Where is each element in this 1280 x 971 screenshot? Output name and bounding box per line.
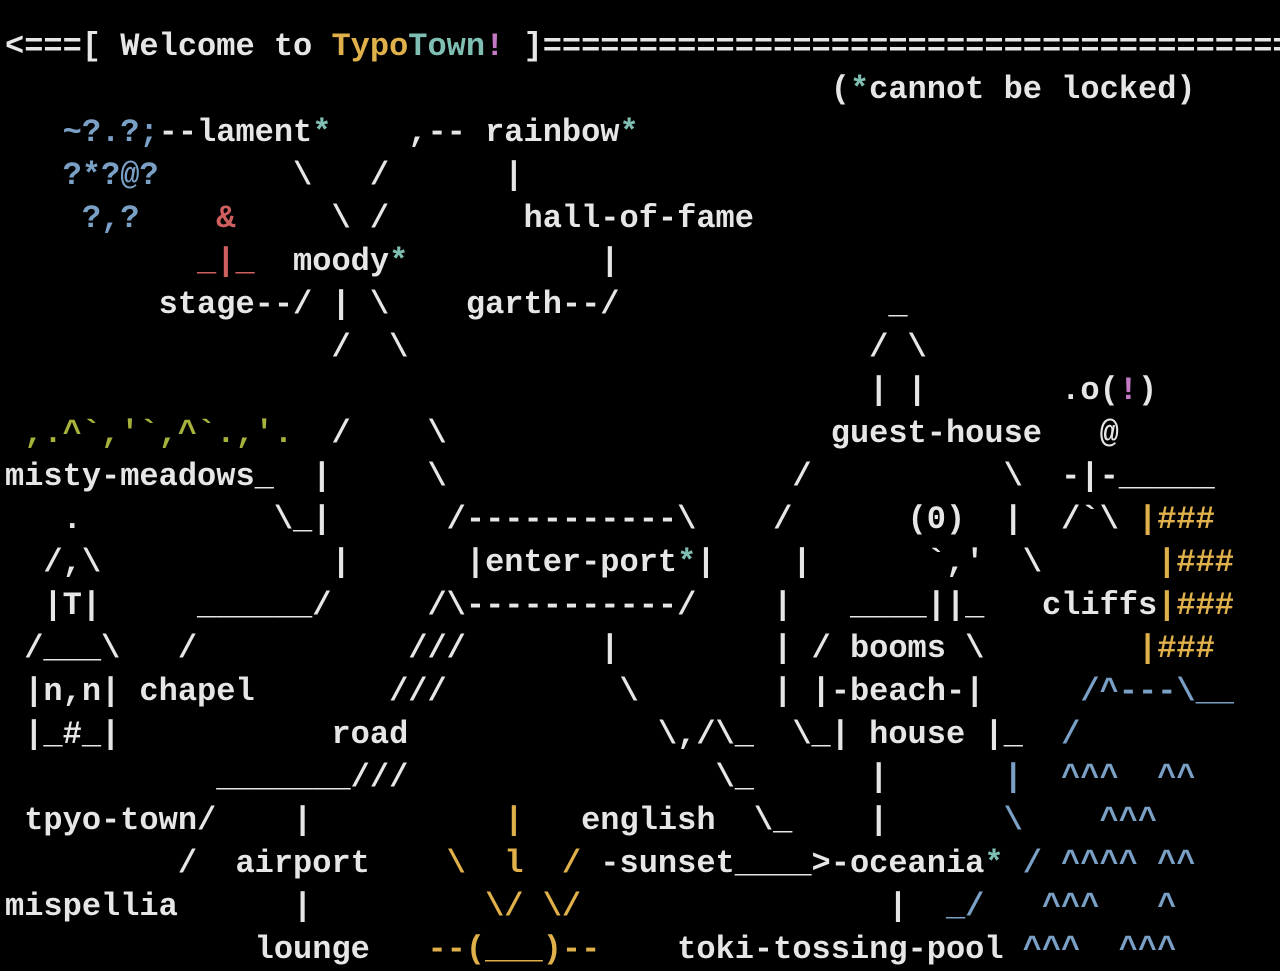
map-text-segment: / airport xyxy=(5,845,447,882)
map-text-segment: |_#_| road \,/\_ \_| house |_ xyxy=(5,716,1062,753)
map-text-segment: misty-meadows_ | \ / \ -|-_____ xyxy=(5,458,1215,495)
map-text-segment: & xyxy=(216,200,236,237)
map-text-segment: / ^^^^ ^^ xyxy=(1022,845,1196,882)
map-text-segment: moody xyxy=(254,243,390,280)
map-text-segment xyxy=(5,114,63,151)
map-line: ~?.?;--lament* ,-- rainbow* xyxy=(5,111,1280,154)
map-text-segment: ]=======================================… xyxy=(504,28,1280,65)
map-line: ?*?@? \ / | xyxy=(5,154,1280,197)
map-line: misty-meadows_ | \ / \ -|-_____ xyxy=(5,455,1280,498)
map-text-segment: / \ guest-house @ xyxy=(293,415,1119,452)
map-text-segment: | | .o( xyxy=(5,372,1119,409)
map-text-segment: --(___)-- xyxy=(427,931,601,968)
map-text-segment: |### xyxy=(1157,544,1234,581)
map-line: tpyo-town/ | | english \_ | \ ^^^ xyxy=(5,799,1280,842)
map-line: . \_| /-----------\ / (0) | /`\ |### xyxy=(5,498,1280,541)
map-text-segment xyxy=(5,200,82,237)
map-text-segment: english \_ | xyxy=(523,802,1004,839)
map-line: lounge --(___)-- toki-tossing-pool ^^^ ^… xyxy=(5,928,1280,971)
map-text-segment: ) xyxy=(1137,372,1158,409)
map-text-segment: | ^^^ ^^ xyxy=(1003,759,1196,796)
map-text-segment: / xyxy=(1061,716,1081,753)
map-line: (*cannot be locked) xyxy=(5,68,1280,111)
map-line: <===[ Welcome to TypoTown! ]============… xyxy=(5,25,1280,68)
map-text-segment: \ / hall-of-fame xyxy=(235,200,754,237)
map-line: /___\ / /// | | / booms \ |### xyxy=(5,627,1280,670)
map-text-segment: ! xyxy=(485,28,505,65)
map-text-segment: ,-- rainbow xyxy=(331,114,620,151)
map-text-segment: <===[ Welcome to xyxy=(5,28,332,65)
map-text-segment: tpyo-town/ | xyxy=(5,802,505,839)
map-line: | | .o(!) xyxy=(5,369,1280,412)
map-text-segment: | | `,' \ xyxy=(696,544,1158,581)
map-text-segment: |n,n| chapel /// \ | |-beach-| xyxy=(5,673,1081,710)
ascii-map-screen: <===[ Welcome to TypoTown! ]============… xyxy=(5,25,1280,971)
map-text-segment: \/ \/ xyxy=(485,888,582,925)
map-text-segment: | xyxy=(504,802,524,839)
map-line: _______/// \_ | | ^^^ ^^ xyxy=(5,756,1280,799)
map-text-segment: * xyxy=(984,845,1004,882)
map-line: /,\ | |enter-port*| | `,' \ |### xyxy=(5,541,1280,584)
map-text-segment: _|_ xyxy=(197,243,255,280)
map-line: ?,? & \ / hall-of-fame xyxy=(5,197,1280,240)
map-text-segment: \ l / xyxy=(446,845,582,882)
map-text-segment: Typo xyxy=(331,28,409,65)
map-text-segment: . \_| /-----------\ / (0) | /`\ xyxy=(5,501,1138,538)
map-text-segment: * xyxy=(312,114,332,151)
map-line: |T| ______/ /\-----------/ | ____||_ cli… xyxy=(5,584,1280,627)
map-text-segment: / \ / \ xyxy=(5,329,927,366)
map-text-segment: \ ^^^ xyxy=(1003,802,1158,839)
map-text-segment: --lament xyxy=(158,114,313,151)
map-text-segment xyxy=(5,243,197,280)
map-text-segment: |### xyxy=(1157,587,1234,624)
map-line: / \ / \ xyxy=(5,326,1280,369)
map-text-segment: ( xyxy=(5,71,850,108)
map-text-segment xyxy=(5,415,24,452)
map-text-segment: |T| ______/ /\-----------/ | ____||_ cli… xyxy=(5,587,1158,624)
map-text-segment: ~?.?; xyxy=(62,114,159,151)
map-text-segment: * xyxy=(619,114,639,151)
map-line: |_#_| road \,/\_ \_| house |_ / xyxy=(5,713,1280,756)
map-text-segment: mispellia | xyxy=(5,888,486,925)
map-text-segment: /,\ | |enter-port xyxy=(5,544,678,581)
map-text-segment: ! xyxy=(1118,372,1138,409)
map-text-segment: lounge xyxy=(5,931,428,968)
map-text-segment: |### xyxy=(1137,630,1215,667)
map-text-segment: ?*?@? xyxy=(62,157,159,194)
map-text-segment: * xyxy=(849,71,870,108)
map-text-segment: | xyxy=(408,243,620,280)
map-text-segment: stage--/ | \ garth--/ _ xyxy=(5,286,908,323)
map-text-segment: |### xyxy=(1137,501,1215,538)
map-text-segment: * xyxy=(677,544,697,581)
map-line: |n,n| chapel /// \ | |-beach-| /^---\__ xyxy=(5,670,1280,713)
map-line: stage--/ | \ garth--/ _ xyxy=(5,283,1280,326)
map-text-segment: -sunset____>-oceania xyxy=(581,845,985,882)
map-text-segment: _______/// \_ | xyxy=(5,759,1004,796)
map-line: mispellia | \/ \/ | _/ ^^^ ^ xyxy=(5,885,1280,928)
map-text-segment: ,.^`,'`,^`.,'. xyxy=(24,415,294,452)
map-text-segment: toki-tossing-pool xyxy=(600,931,1023,968)
map-text-segment: ?,? xyxy=(81,200,140,237)
map-text-segment xyxy=(1004,845,1023,882)
map-text-segment: /___\ / /// | | / booms \ xyxy=(5,630,1138,667)
map-line: _|_ moody* | xyxy=(5,240,1280,283)
map-text-segment: /^---\__ xyxy=(1080,673,1234,710)
map-text-segment: \ / | xyxy=(158,157,524,194)
map-text-segment: cannot be locked) xyxy=(869,71,1196,108)
map-text-segment xyxy=(5,157,63,194)
map-text-segment xyxy=(139,200,216,237)
map-line: / airport \ l / -sunset____>-oceania* / … xyxy=(5,842,1280,885)
map-text-segment: | xyxy=(581,888,946,925)
map-text-segment: _/ ^^^ ^ xyxy=(945,888,1177,925)
map-text-segment: ^^^ ^^^ xyxy=(1022,931,1177,968)
map-text-segment: Town xyxy=(408,28,486,65)
map-text-segment: * xyxy=(389,243,409,280)
map-line: ,.^`,'`,^`.,'. / \ guest-house @ xyxy=(5,412,1280,455)
